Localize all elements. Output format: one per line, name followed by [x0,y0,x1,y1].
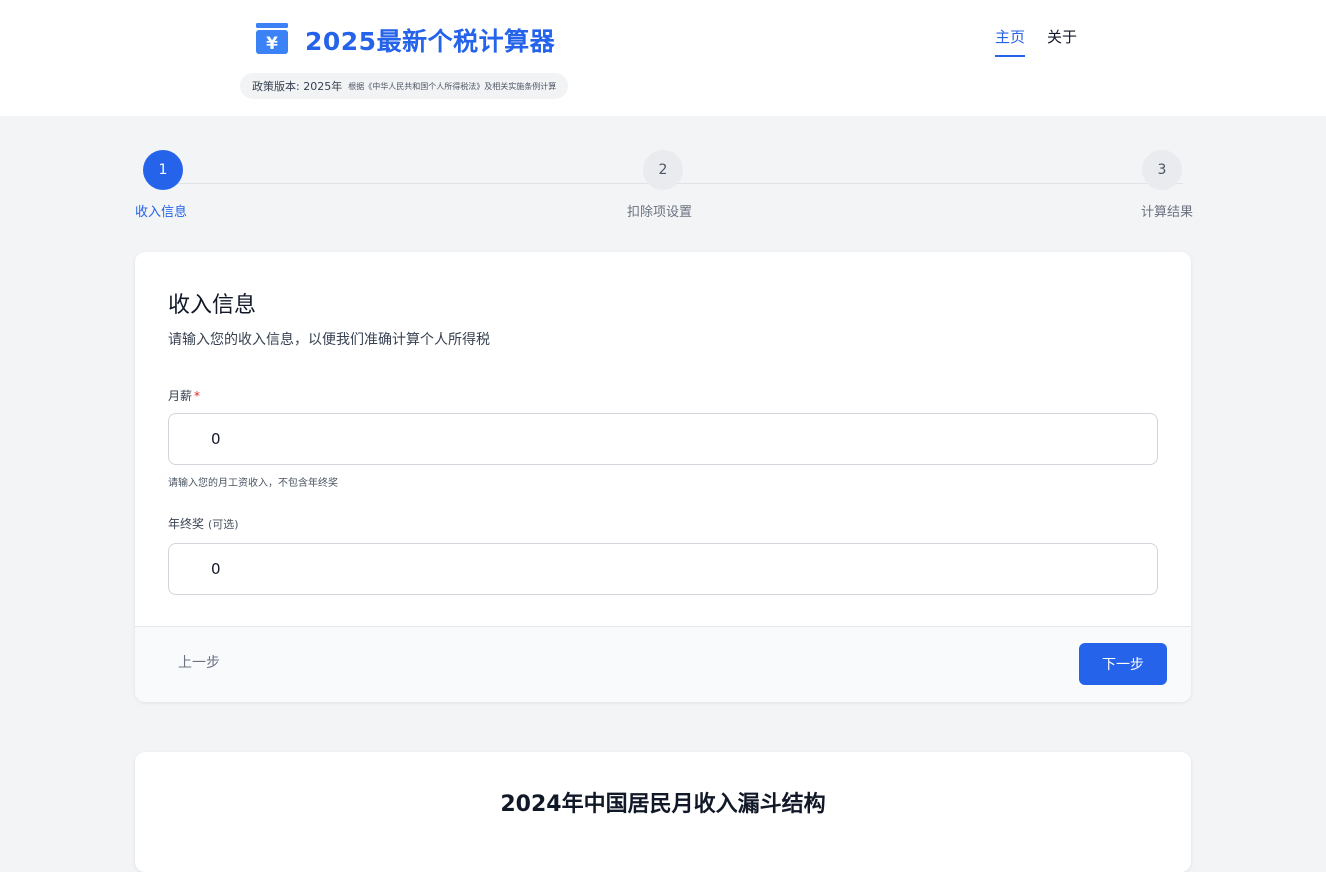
main-nav: 主页 关于 [995,26,1077,57]
bonus-label: 年终奖 (可选) [168,515,239,532]
salary-label-text: 月薪 [168,389,193,403]
yen-wallet-icon: ¥ [256,23,288,54]
step-2-label: 扣除项设置 [627,205,693,220]
optional-note: (可选) [208,518,239,531]
funnel-title: 2024年中国居民月收入漏斗结构 [500,792,826,817]
policy-version-badge: 政策版本: 2025年 根据《中华人民共和国个人所得税法》及相关实施条例计算 [240,73,569,99]
policy-version-label: 政策版本: 2025年 [252,80,343,93]
form-footer: 上一步 下一步 [135,626,1191,702]
income-funnel-card: 2024年中国居民月收入漏斗结构 [135,752,1191,872]
prev-step-button[interactable]: 上一步 [178,652,220,672]
step-3-circle: 3 [1142,150,1182,190]
nav-about[interactable]: 关于 [1047,26,1077,57]
bonus-label-text: 年终奖 [168,517,205,531]
step-1-label: 收入信息 [135,205,188,220]
step-3-label: 计算结果 [1140,205,1193,220]
step-indicator: 1 2 3 收入信息 扣除项设置 计算结果 [135,150,1193,220]
salary-input[interactable] [168,413,1158,465]
salary-label: 月薪 * [168,387,200,404]
step-2-circle: 2 [643,150,683,190]
income-form-card: 收入信息 请输入您的收入信息，以便我们准确计算个人所得税 月薪* 请输入您的月工… [135,252,1191,702]
bonus-input[interactable] [168,543,1158,595]
nav-home[interactable]: 主页 [995,26,1026,57]
form-title: 收入信息 [168,293,257,318]
svg-text:¥: ¥ [266,34,278,54]
step-1-circle: 1 [143,150,183,190]
salary-help-text: 请输入您的月工资收入，不包含年终奖 [168,478,338,489]
app-title: 2025最新个税计算器 [305,27,556,56]
policy-description: 根据《中华人民共和国个人所得税法》及相关实施条例计算 [348,81,557,91]
next-step-button[interactable]: 下一步 [1079,643,1167,685]
app-header: ¥ 2025最新个税计算器 政策版本: 2025年 根据《中华人民共和国个人所得… [0,0,1326,116]
form-subtitle: 请输入您的收入信息，以便我们准确计算个人所得税 [168,332,490,348]
required-mark: * [194,389,201,403]
